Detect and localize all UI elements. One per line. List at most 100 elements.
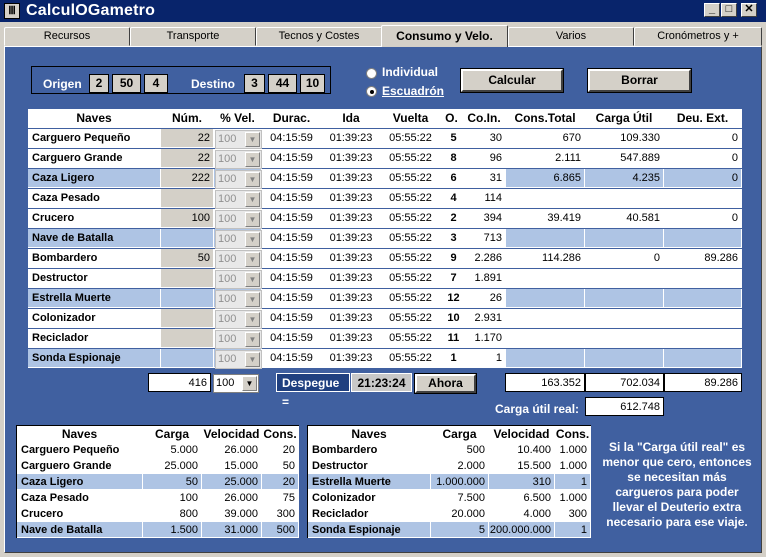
minimize-button[interactable]: _ — [704, 3, 720, 17]
table-cell-extra-deuterium: 0 — [664, 149, 742, 168]
speed-select[interactable]: 100 ▼ — [215, 290, 262, 309]
table-cell-cargo: 20.000 — [431, 506, 489, 522]
destination-galaxy[interactable]: 3 — [244, 74, 265, 93]
chevron-down-icon[interactable]: ▼ — [245, 172, 260, 187]
chevron-down-icon[interactable]: ▼ — [245, 212, 260, 227]
speed-select[interactable]: 100 ▼ — [215, 270, 262, 289]
tab-transporte[interactable]: Transporte — [130, 27, 256, 46]
squadron-radio[interactable] — [366, 86, 377, 97]
table-cell-return: 05:55:22 — [381, 229, 441, 248]
table-cell-duration: 04:15:59 — [262, 169, 322, 188]
window-title: CalculOGametro — [26, 2, 156, 19]
chevron-down-icon[interactable]: ▼ — [242, 376, 257, 391]
table-cell-cargo: 2.000 — [431, 458, 489, 474]
ship-count-input[interactable] — [161, 229, 214, 248]
speed-select[interactable]: 100 ▼ — [215, 330, 262, 349]
calculate-button[interactable]: Calcular — [460, 68, 564, 93]
table-cell-speed: 25.000 — [202, 474, 262, 490]
table-cell-duration: 04:15:59 — [262, 149, 322, 168]
table-cell-order: 5 — [441, 129, 463, 148]
ship-count-input[interactable] — [161, 189, 214, 208]
speed-select[interactable]: 100 ▼ — [215, 130, 262, 149]
chevron-down-icon[interactable]: ▼ — [245, 252, 260, 267]
column-header-cargo: Carga Útil — [585, 109, 664, 128]
chevron-down-icon[interactable]: ▼ — [245, 332, 260, 347]
table-cell-consumption-total: 2.111 — [506, 149, 585, 168]
speed-select[interactable]: 100 ▼ — [215, 230, 262, 249]
now-button[interactable]: Ahora — [414, 373, 477, 394]
table-cell-speed: 39.000 — [202, 506, 262, 522]
table-cell-speed: 31.000 — [202, 522, 262, 538]
ship-count-input[interactable]: 22 — [161, 129, 214, 148]
table-cell-return: 05:55:22 — [381, 149, 441, 168]
speed-value: 100 — [218, 313, 237, 325]
table-cell-outbound: 01:39:23 — [322, 309, 381, 328]
ship-count-input[interactable] — [161, 329, 214, 348]
table-cell-consumption-in: 31 — [463, 169, 506, 188]
origin-system[interactable]: 50 — [112, 74, 141, 93]
table-cell-duration: 04:15:59 — [262, 189, 322, 208]
table-cell-speed: 15.500 — [489, 458, 555, 474]
destination-system[interactable]: 44 — [268, 74, 297, 93]
speed-select[interactable]: 100 ▼ — [215, 210, 262, 229]
individual-radio[interactable] — [366, 68, 377, 79]
table-cell-consumption: 20 — [262, 442, 299, 458]
ships-stats-table-left: Naves Carga Velocidad Cons. Carguero Pequeño… — [16, 425, 299, 538]
table-cell-extra-deuterium — [664, 349, 742, 368]
tab-cronometros[interactable]: Cronómetros y + — [634, 27, 762, 46]
table-cell-consumption: 300 — [262, 506, 299, 522]
ship-count-input[interactable]: 222 — [161, 169, 214, 188]
table-cell-cargo — [585, 189, 664, 208]
table-cell-order: 3 — [441, 229, 463, 248]
chevron-down-icon[interactable]: ▼ — [245, 132, 260, 147]
destination-planet[interactable]: 10 — [300, 74, 325, 93]
speed-select[interactable]: 100 ▼ — [215, 190, 262, 209]
column-header-order: O. — [441, 109, 463, 128]
speed-select[interactable]: 100 ▼ — [215, 150, 262, 169]
takeoff-label: Despegue = — [276, 373, 350, 409]
chevron-down-icon[interactable]: ▼ — [245, 352, 260, 367]
table-cell-ship: Bombardero — [28, 249, 161, 268]
ship-count-input[interactable] — [161, 269, 214, 288]
ship-count-input[interactable]: 22 — [161, 149, 214, 168]
speed-select[interactable]: 100 ▼ — [215, 250, 262, 269]
global-speed-select[interactable]: 100 ▼ — [213, 374, 259, 393]
origin-galaxy[interactable]: 2 — [89, 74, 109, 93]
table-cell-speed: 26.000 — [202, 442, 262, 458]
speed-select[interactable]: 100 ▼ — [215, 350, 262, 369]
origin-label: Origen — [43, 77, 82, 91]
table-cell-speed: 6.500 — [489, 490, 555, 506]
ship-count-input[interactable]: 50 — [161, 249, 214, 268]
table-cell-ship: Reciclador — [308, 506, 431, 522]
tab-varios[interactable]: Varios — [508, 27, 634, 46]
maximize-button[interactable]: □ — [721, 3, 737, 17]
table-cell-consumption-total — [506, 189, 585, 208]
chevron-down-icon[interactable]: ▼ — [245, 312, 260, 327]
table-cell-consumption: 50 — [262, 458, 299, 474]
speed-select[interactable]: 100 ▼ — [215, 310, 262, 329]
table-cell-cargo: 7.500 — [431, 490, 489, 506]
close-button[interactable]: ✕ — [741, 3, 757, 17]
clear-button[interactable]: Borrar — [587, 68, 692, 93]
ship-count-input[interactable] — [161, 309, 214, 328]
tab-recursos[interactable]: Recursos — [4, 27, 130, 46]
ship-count-input[interactable]: 100 — [161, 209, 214, 228]
table-cell-order: 10 — [441, 309, 463, 328]
table-cell-outbound: 01:39:23 — [322, 129, 381, 148]
ship-count-input[interactable] — [161, 349, 214, 368]
table-cell-order: 6 — [441, 169, 463, 188]
chevron-down-icon[interactable]: ▼ — [245, 192, 260, 207]
chevron-down-icon[interactable]: ▼ — [245, 152, 260, 167]
chevron-down-icon[interactable]: ▼ — [245, 292, 260, 307]
chevron-down-icon[interactable]: ▼ — [245, 272, 260, 287]
chevron-down-icon[interactable]: ▼ — [245, 232, 260, 247]
table-cell-extra-deuterium: 0 — [664, 209, 742, 228]
table-cell-ship: Sonda Espionaje — [308, 522, 431, 538]
origin-planet[interactable]: 4 — [144, 74, 168, 93]
table-cell-consumption-total — [506, 289, 585, 308]
ship-count-input[interactable] — [161, 289, 214, 308]
speed-select[interactable]: 100 ▼ — [215, 170, 262, 189]
tab-consumo-velo[interactable]: Consumo y Velo. — [381, 25, 508, 47]
tab-tecnos-costes[interactable]: Tecnos y Costes — [256, 27, 382, 46]
table-cell-ship: Caza Ligero — [17, 474, 143, 490]
